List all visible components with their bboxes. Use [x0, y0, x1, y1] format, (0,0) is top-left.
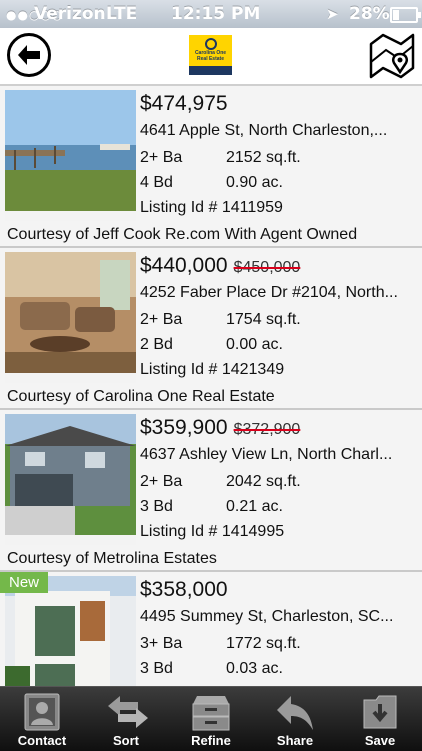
listing-baths: 2+ Ba: [140, 311, 183, 328]
brand-logo: Carolina One Real Estate: [189, 35, 232, 75]
listing-sqft: 1772 sq.ft.: [226, 635, 301, 652]
listing-acres: 0.00 ac.: [226, 336, 283, 353]
listing-acres: 0.90 ac.: [226, 174, 283, 191]
contact-label: Contact: [17, 733, 67, 748]
listing-photo: [5, 414, 136, 545]
refine-button[interactable]: Refine: [169, 687, 253, 751]
listing-item[interactable]: $440,000 $450,000 4252 Faber Place Dr #21…: [0, 248, 422, 410]
listing-id: Listing Id # 1414995: [140, 523, 285, 540]
listing-list[interactable]: $474,975 4641 Apple St, North Charleston…: [0, 86, 422, 686]
listing-price: $474,975: [140, 92, 228, 115]
listing-item[interactable]: $474,975 4641 Apple St, North Charleston…: [0, 86, 422, 248]
listing-id: Listing Id # 1411959: [140, 199, 283, 216]
listing-beds: 3 Bd: [140, 660, 173, 677]
refine-label: Refine: [191, 733, 231, 748]
share-arrow-icon: [277, 696, 313, 730]
listing-sqft: 2042 sq.ft.: [226, 473, 301, 490]
status-time: 12:15 PM: [171, 4, 261, 24]
listing-address: 4641 Apple St, North Charleston,...: [140, 122, 388, 139]
status-bar: ●●○○○ Verizon LTE 12:15 PM ➤ 28%: [0, 0, 422, 28]
listing-address: 4252 Faber Place Dr #2104, North...: [140, 284, 398, 301]
listing-courtesy: Courtesy of Carolina One Real Estate: [7, 388, 275, 405]
listing-price: $359,900: [140, 416, 228, 439]
bottom-toolbar: Contact Sort Refine Share Save: [0, 686, 422, 751]
listing-item[interactable]: New $358,000 4495 Summey St, Charleston,…: [0, 572, 422, 686]
listing-photo: [5, 90, 136, 221]
sort-button[interactable]: Sort: [84, 687, 168, 751]
listing-sqft: 1754 sq.ft.: [226, 311, 301, 328]
save-label: Save: [364, 733, 396, 748]
listing-address: 4637 Ashley View Ln, North Charl...: [140, 446, 393, 463]
battery-icon: [390, 7, 421, 23]
save-button[interactable]: Save: [338, 687, 422, 751]
logo-text: Carolina One Real Estate: [194, 50, 227, 62]
save-folder-icon: [363, 695, 397, 729]
listing-id: Listing Id # 1421349: [140, 361, 285, 378]
listing-acres: 0.21 ac.: [226, 498, 283, 515]
contact-icon: [24, 693, 60, 731]
new-listing-badge: New: [0, 572, 49, 593]
listing-old-price: $450,000: [233, 259, 301, 276]
filing-cabinet-icon: [192, 696, 230, 731]
share-label: Share: [276, 733, 314, 748]
listing-beds: 4 Bd: [140, 174, 173, 191]
listing-baths: 2+ Ba: [140, 473, 183, 490]
listing-courtesy: Courtesy of Jeff Cook Re.com With Agent …: [7, 226, 358, 243]
listing-beds: 3 Bd: [140, 498, 173, 515]
listing-acres: 0.03 ac.: [226, 660, 283, 677]
listing-item[interactable]: $359,900 $372,900 4637 Ashley View Ln, No…: [0, 410, 422, 572]
network-type: LTE: [106, 4, 138, 24]
share-button[interactable]: Share: [253, 687, 337, 751]
sort-label: Sort: [113, 733, 139, 748]
app-header: Carolina One Real Estate: [0, 28, 422, 86]
listing-baths: 3+ Ba: [140, 635, 183, 652]
map-view-icon[interactable]: [368, 32, 416, 80]
battery-percent: 28%: [349, 4, 390, 24]
sort-arrows-icon: [108, 696, 148, 728]
back-button[interactable]: [7, 33, 51, 77]
listing-photo: [5, 252, 136, 383]
contact-button[interactable]: Contact: [0, 687, 84, 751]
listing-price: $358,000: [140, 578, 228, 601]
listing-sqft: 2152 sq.ft.: [226, 149, 301, 166]
back-arrow-icon: [18, 45, 40, 65]
listing-beds: 2 Bd: [140, 336, 173, 353]
location-arrow-icon: ➤: [326, 5, 339, 23]
listing-price: $440,000: [140, 254, 228, 277]
listing-address: 4495 Summey St, Charleston, SC...: [140, 608, 394, 625]
listing-old-price: $372,900: [233, 421, 301, 438]
listing-courtesy: Courtesy of Metrolina Estates: [7, 550, 217, 567]
listing-baths: 2+ Ba: [140, 149, 183, 166]
carrier-name: Verizon: [34, 4, 106, 24]
